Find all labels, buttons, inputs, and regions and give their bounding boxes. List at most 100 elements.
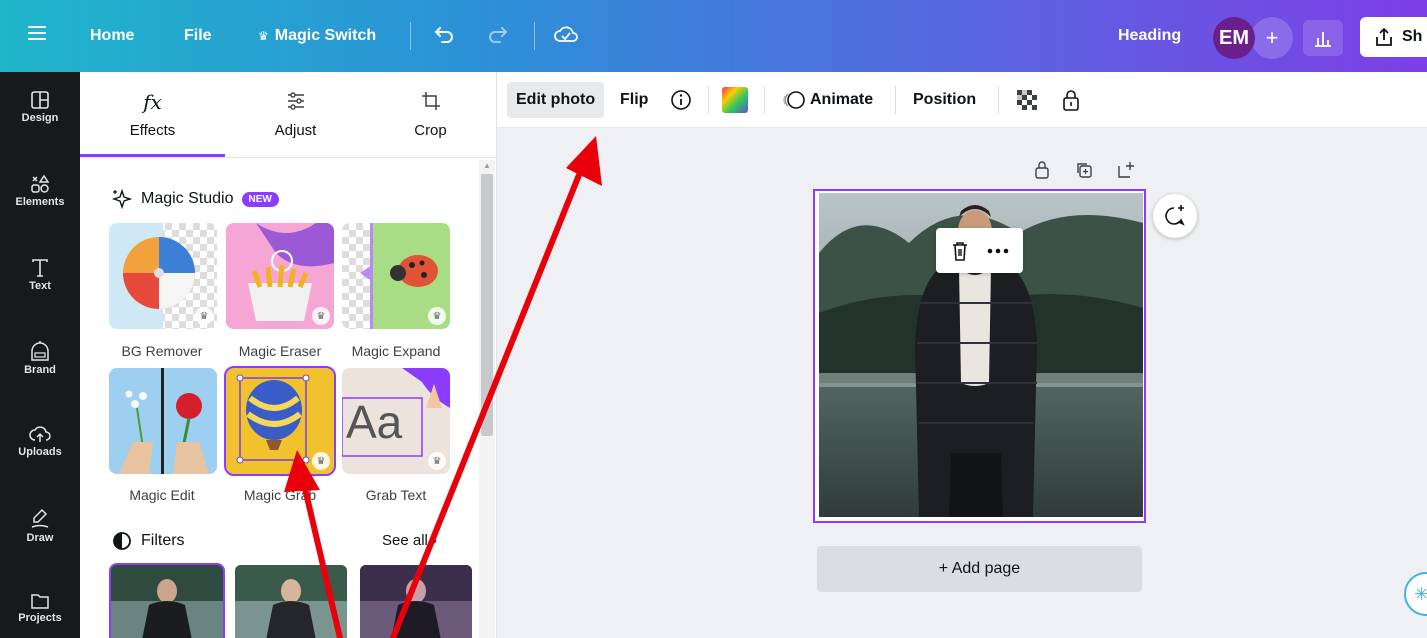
rail-label: Brand xyxy=(24,364,56,376)
animate-icon xyxy=(783,91,805,109)
rail-item-text[interactable]: Text xyxy=(0,258,80,292)
tab-label: Effects xyxy=(129,122,176,139)
crown-icon: ♛ xyxy=(195,307,213,325)
filter-original[interactable] xyxy=(109,563,225,638)
magic-studio-heading: Magic Studio NEW xyxy=(111,188,279,210)
edit-photo-button[interactable]: Edit photo xyxy=(507,82,605,118)
section-title: Magic Studio xyxy=(141,190,234,207)
undo-icon[interactable] xyxy=(432,22,456,53)
comment-add-icon xyxy=(1165,205,1185,226)
add-page-button[interactable]: + Add page xyxy=(817,546,1142,592)
tile-magic-expand[interactable]: ♛ xyxy=(342,223,450,329)
transparency-icon[interactable] xyxy=(1006,82,1048,118)
rail-label: Elements xyxy=(15,196,65,208)
tile-magic-eraser[interactable]: ♛ xyxy=(226,223,334,329)
insights-button[interactable] xyxy=(1303,20,1343,56)
tile-label: BG Remover xyxy=(121,343,203,359)
tile-magic-grab[interactable]: ♛ xyxy=(224,366,336,476)
filter-option[interactable] xyxy=(360,565,472,638)
crown-icon: ♛ xyxy=(312,452,330,470)
more-options-icon[interactable] xyxy=(987,248,1009,254)
redo-icon[interactable] xyxy=(486,22,510,53)
folder-icon xyxy=(31,594,49,609)
filter-option[interactable] xyxy=(235,565,347,638)
tile-magic-edit[interactable] xyxy=(109,368,217,474)
rail-item-brand[interactable]: Brand xyxy=(0,340,80,376)
info-icon[interactable] xyxy=(661,82,701,118)
lock-icon[interactable] xyxy=(1051,82,1091,118)
tile-grab-text[interactable]: Aa ♛ xyxy=(342,368,450,474)
filter-thumbnail xyxy=(360,565,472,638)
flip-button[interactable]: Flip xyxy=(611,82,657,118)
filter-thumbnail xyxy=(111,565,223,638)
svg-text:Aa: Aa xyxy=(346,396,403,448)
invite-button[interactable]: + xyxy=(1251,17,1293,59)
tile-label: Magic Expand xyxy=(351,343,441,359)
tile-bg-remover[interactable]: ♛ xyxy=(109,223,217,329)
draw-icon xyxy=(31,508,49,528)
tile-label: Magic Eraser xyxy=(238,343,322,359)
home-button[interactable]: Home xyxy=(90,27,134,45)
rail-label: Projects xyxy=(18,612,62,624)
magic-switch-label: Magic Switch xyxy=(274,27,377,44)
tab-crop[interactable]: Crop xyxy=(358,90,496,139)
menu-icon[interactable] xyxy=(28,26,46,40)
share-icon xyxy=(1376,27,1392,46)
design-title[interactable]: Heading xyxy=(1118,27,1181,45)
share-label: Sh xyxy=(1402,28,1423,45)
cloud-saved-icon[interactable] xyxy=(553,22,579,53)
cloud-upload-icon xyxy=(29,426,51,442)
rail-item-design[interactable]: Design xyxy=(0,90,80,124)
crown-icon: ♛ xyxy=(428,307,446,325)
sliders-icon xyxy=(223,90,368,118)
rail-item-elements[interactable]: Elements xyxy=(0,174,80,208)
rail-item-draw[interactable]: Draw xyxy=(0,508,80,544)
tab-label: Adjust xyxy=(274,122,317,139)
left-rail: Design Elements Text Brand Uploads Draw … xyxy=(0,72,80,638)
rail-item-projects[interactable]: Projects xyxy=(0,592,80,624)
brand-icon xyxy=(31,341,49,361)
tab-adjust[interactable]: Adjust xyxy=(223,90,368,139)
filters-heading: Filters xyxy=(111,530,185,552)
animate-button[interactable]: Animate xyxy=(773,82,882,118)
avatar[interactable]: EM xyxy=(1213,17,1255,59)
animate-label: Animate xyxy=(810,91,874,108)
crown-icon: ♛ xyxy=(258,29,269,43)
tab-effects[interactable]: fx Effects xyxy=(80,90,225,139)
position-button[interactable]: Position xyxy=(904,82,985,118)
page-lock-icon[interactable] xyxy=(1033,160,1051,185)
scroll-up-icon[interactable]: ▲ xyxy=(483,161,491,170)
crown-icon: ♛ xyxy=(428,452,446,470)
see-all-label: See all xyxy=(382,532,428,549)
magic-switch-button[interactable]: ♛ Magic Switch xyxy=(258,27,376,45)
rail-label: Uploads xyxy=(18,446,62,458)
add-page-icon[interactable] xyxy=(1116,160,1136,185)
duplicate-page-icon[interactable] xyxy=(1075,160,1093,185)
element-floating-toolbar xyxy=(936,228,1023,273)
filters-icon xyxy=(113,532,131,550)
crown-icon: ♛ xyxy=(312,307,330,325)
divider xyxy=(534,22,535,50)
tile-label: Magic Edit xyxy=(129,487,195,503)
share-button[interactable]: Sh xyxy=(1360,17,1427,57)
rail-label: Text xyxy=(29,280,51,292)
crop-icon xyxy=(358,90,496,118)
divider xyxy=(708,86,709,114)
rail-item-uploads[interactable]: Uploads xyxy=(0,424,80,458)
color-picker-icon[interactable] xyxy=(712,82,758,118)
divider xyxy=(410,22,411,50)
divider xyxy=(998,86,999,114)
shapes-icon xyxy=(31,174,50,193)
fx-icon: fx xyxy=(143,90,162,114)
plus-icon: + xyxy=(1265,25,1279,50)
text-icon xyxy=(32,259,48,277)
file-menu[interactable]: File xyxy=(184,27,212,45)
context-toolbar: Edit photo Flip Animate Position xyxy=(497,72,1427,128)
scrollbar-thumb[interactable] xyxy=(481,174,493,436)
section-title: Filters xyxy=(141,532,185,549)
see-all-link[interactable]: See all › xyxy=(382,532,437,549)
trash-icon[interactable] xyxy=(950,240,970,262)
add-comment-button[interactable] xyxy=(1153,194,1197,238)
divider xyxy=(764,86,765,114)
filter-thumbnail xyxy=(235,565,347,638)
